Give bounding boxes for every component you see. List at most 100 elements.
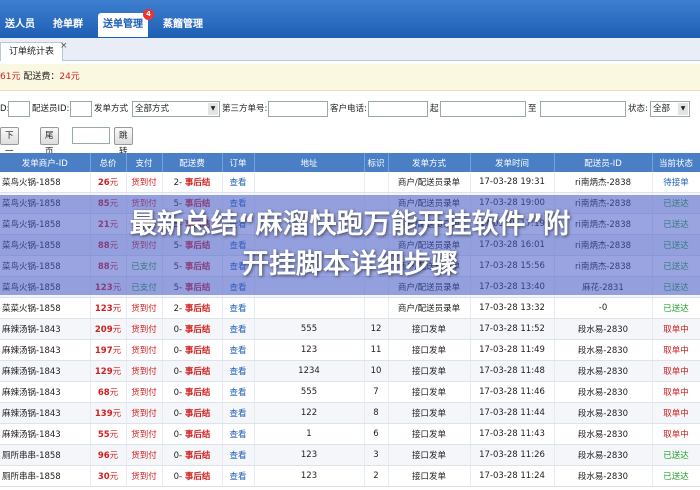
nav-tab-label: 送人员 [5, 19, 35, 30]
summary-bar: 61元 配送费：24元 [0, 64, 700, 91]
filter-bar: D: 配送员ID: 发单方式 全部方式 ▼ 第三方单号: 客户电话: 起 至 状态… [0, 100, 700, 120]
next-page-button[interactable]: 下一页 [0, 127, 19, 173]
column-header: 支付 [126, 153, 163, 172]
tag-cell: 2 [364, 465, 389, 487]
total-cell: 26元 [90, 172, 127, 193]
table-row[interactable]: 菜鸟火锅-1858 26元 货到付 2- 事后结 查看 商户/配送员录单 17-03-28 … [0, 172, 700, 193]
detail-link[interactable]: 查看 [222, 423, 255, 445]
table-row[interactable]: 厕所串串-1858 30元 货到付 0- 事后结 查看 123 2 接口发单 17-03-28 … [0, 465, 700, 487]
nav-tab-grab-group[interactable]: 抢单群 [48, 13, 88, 37]
status-cell: 取单中 [652, 360, 700, 382]
tag-cell: 10 [364, 360, 389, 382]
third-party-label: 第三方单号: [222, 104, 268, 114]
method-cell: 接口发单 [388, 381, 471, 403]
table-row[interactable]: 厕所串串-1858 96元 货到付 0- 事后结 查看 123 3 接口发单 17-03-28 … [0, 444, 700, 466]
date-from-input[interactable] [440, 101, 526, 117]
table-row[interactable]: 麻辣汤锅-1843 55元 货到付 0- 事后结 查看 1 6 接口发单 17-03-28 11… [0, 423, 700, 445]
courier-cell: 段水易-2830 [554, 444, 653, 466]
id-input[interactable] [8, 101, 30, 117]
detail-link[interactable]: 查看 [222, 297, 255, 319]
nav-tab-management[interactable]: 蒸餾管理 [158, 13, 208, 37]
merchant-cell: 麻辣汤锅-1843 [0, 402, 91, 424]
fee-cell: 2- 事后结 [162, 172, 223, 193]
detail-link[interactable]: 查看 [222, 318, 255, 340]
payment-cell: 货到付 [126, 381, 163, 403]
address-cell [254, 172, 365, 193]
nav-tab-orders[interactable]: 送单管理 4 [98, 9, 154, 37]
tab-order-stats[interactable]: 订单统计表 [0, 42, 64, 61]
detail-link[interactable]: 查看 [222, 360, 255, 382]
method-cell: 商户/配送员录单 [388, 172, 471, 193]
fee-cell: 0- 事后结 [162, 318, 223, 340]
table-row[interactable]: 麻辣汤锅-1843 129元 货到付 0- 事后结 查看 1234 10 接口发单 17-03-… [0, 360, 700, 382]
status-cell: 取单中 [652, 402, 700, 424]
table-row[interactable]: 麻辣汤锅-1843 139元 货到付 0- 事后结 查看 122 8 接口发单 17-03-28… [0, 402, 700, 424]
tag-cell: 11 [364, 339, 389, 361]
payment-cell: 货到付 [126, 465, 163, 487]
status-select[interactable]: 全部 ▼ [650, 101, 690, 117]
courier-cell: 段水易-2830 [554, 465, 653, 487]
courier-cell: 段水易-2830 [554, 402, 653, 424]
total-cell: 197元 [90, 339, 127, 361]
status-cell: 取单中 [652, 318, 700, 340]
tag-cell [364, 297, 389, 319]
payment-cell: 货到付 [126, 444, 163, 466]
phone-input[interactable] [368, 101, 428, 117]
column-header: 发单方式 [388, 153, 471, 172]
date-to-input[interactable] [540, 101, 626, 117]
status-label: 状态: [628, 104, 648, 114]
column-header: 发单商户-ID [0, 153, 91, 172]
column-header: 标识 [364, 153, 389, 172]
fee-cell: 0- 事后结 [162, 465, 223, 487]
table-row[interactable]: 麻辣汤锅-1843 68元 货到付 0- 事后结 查看 555 7 接口发单 17-03-28 … [0, 381, 700, 403]
table-row[interactable]: 麻辣汤锅-1843 197元 货到付 0- 事后结 查看 123 11 接口发单 17-03-2… [0, 339, 700, 361]
merchant-cell: 厕所串串-1858 [0, 465, 91, 487]
table-row[interactable]: 菜菜火锅-1858 123元 货到付 2- 事后结 查看 商户/配送员录单 17-03-28… [0, 297, 700, 319]
address-cell [254, 297, 365, 319]
nav-tab-label: 蒸餾管理 [163, 19, 203, 30]
merchant-cell: 麻辣汤锅-1843 [0, 360, 91, 382]
third-party-input[interactable] [268, 101, 328, 117]
jump-button[interactable]: 跳转 [114, 127, 133, 157]
method-cell: 接口发单 [388, 318, 471, 340]
total-cell: 209元 [90, 318, 127, 340]
time-cell: 17-03-28 11:46 [470, 381, 555, 403]
page-number-input[interactable] [72, 127, 110, 144]
detail-link[interactable]: 查看 [222, 381, 255, 403]
courier-id-input[interactable] [70, 101, 92, 117]
fee-cell: 0- 事后结 [162, 402, 223, 424]
total-cell: 55元 [90, 423, 127, 445]
method-cell: 接口发单 [388, 423, 471, 445]
phone-label: 客户电话: [330, 104, 367, 114]
table-row[interactable]: 麻辣汤锅-1843 209元 货到付 0- 事后结 查看 555 12 接口发单 17-03-2… [0, 318, 700, 340]
detail-link[interactable]: 查看 [222, 444, 255, 466]
total-amount: 61元 [0, 72, 21, 82]
detail-link[interactable]: 查看 [222, 339, 255, 361]
address-cell: 1234 [254, 360, 365, 382]
method-select[interactable]: 全部方式 ▼ [132, 101, 220, 117]
column-header: 当前状态 [652, 153, 700, 172]
time-cell: 17-03-28 11:26 [470, 444, 555, 466]
courier-cell: 段水易-2830 [554, 381, 653, 403]
method-cell: 商户/配送员录单 [388, 297, 471, 319]
to-label: 至 [528, 104, 537, 114]
close-icon[interactable]: × [60, 41, 68, 51]
total-cell: 96元 [90, 444, 127, 466]
status-cell: 待接单 [652, 172, 700, 193]
nav-tab-couriers[interactable]: 送人员 [0, 13, 40, 37]
status-cell: 已送达 [652, 444, 700, 466]
fee-label: 配送费： [23, 72, 60, 82]
column-header: 配送员-ID [554, 153, 653, 172]
method-select-value: 全部方式 [135, 104, 170, 114]
detail-link[interactable]: 查看 [222, 465, 255, 487]
detail-link[interactable]: 查看 [222, 172, 255, 193]
time-cell: 17-03-28 11:44 [470, 402, 555, 424]
tag-cell: 3 [364, 444, 389, 466]
tag-cell: 6 [364, 423, 389, 445]
time-cell: 17-03-28 11:48 [470, 360, 555, 382]
address-cell: 555 [254, 318, 365, 340]
last-page-button[interactable]: 尾页 [40, 127, 59, 157]
overlay-line-1: 最新总结“麻溜快跑万能开挂软件”附 [129, 209, 571, 240]
detail-link[interactable]: 查看 [222, 402, 255, 424]
nav-tab-label: 送单管理 [103, 19, 143, 30]
